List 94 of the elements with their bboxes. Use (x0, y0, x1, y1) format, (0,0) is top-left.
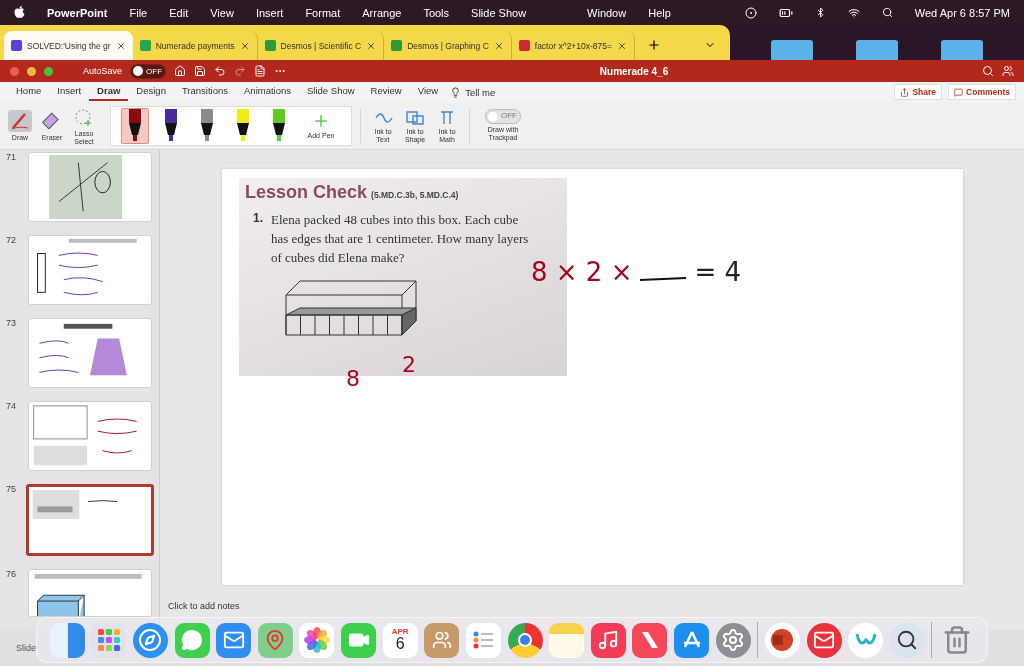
slide-number: 73 (6, 318, 16, 330)
document-icon[interactable] (254, 65, 267, 77)
standards-label: (5.MD.C.3b, 5.MD.C.4) (371, 190, 459, 200)
pen-button[interactable] (121, 107, 149, 144)
close-icon[interactable] (366, 40, 377, 51)
menu-item[interactable]: View (210, 6, 234, 19)
pen-icon (199, 108, 215, 143)
menu-item[interactable]: Help (648, 6, 671, 19)
notes-field[interactable]: Click to add notes (160, 601, 240, 611)
lightbulb-icon (450, 86, 462, 98)
app-icon[interactable] (848, 622, 884, 658)
close-icon[interactable] (115, 40, 126, 51)
document-title: Numerade 4_6 (599, 65, 669, 77)
minimize-button[interactable] (27, 66, 36, 76)
menu-item[interactable]: PowerPoint (47, 6, 108, 19)
slide-number: 74 (6, 401, 16, 413)
wifi-icon[interactable] (847, 6, 860, 19)
folder-icon[interactable] (771, 40, 814, 60)
browser-icon[interactable] (507, 622, 543, 658)
undo-icon[interactable] (214, 65, 227, 77)
ribbon-tab[interactable]: Review (362, 83, 410, 101)
menu-item[interactable]: Slide Show (471, 6, 527, 19)
handwritten-result: = 4 (694, 257, 742, 287)
apple-icon[interactable] (14, 6, 25, 19)
flower-icon[interactable] (299, 622, 335, 658)
envelope-icon[interactable] (806, 622, 842, 658)
list-icon[interactable] (465, 622, 501, 658)
question-text: Elena packed 48 cubes into this box. Each cube has edges that are 1 centimeter. How many layers of cubes did Elena make? (271, 211, 530, 267)
mail-icon[interactable] (216, 622, 252, 658)
autosave-toggle[interactable]: OFF (130, 63, 167, 79)
menu-item[interactable]: Window (587, 6, 627, 19)
slide-number: 71 (6, 152, 16, 164)
menu-item[interactable]: Arrange (362, 6, 402, 19)
tell-me-field[interactable]: Tell me (465, 86, 496, 98)
app-store-icon[interactable] (674, 622, 709, 658)
slide-number: 72 (6, 235, 16, 247)
menu-item[interactable]: File (129, 6, 148, 19)
pen-icon (235, 108, 251, 143)
handwritten-label: 8 (346, 366, 360, 391)
pen-icon (163, 108, 179, 143)
home-icon[interactable] (174, 65, 187, 77)
pen-icon (271, 108, 287, 143)
handwritten-label: 2 (402, 352, 416, 377)
map-icon[interactable] (257, 622, 293, 658)
contacts-icon[interactable] (424, 622, 460, 658)
new-tab-icon[interactable] (647, 38, 661, 52)
close-icon[interactable] (239, 40, 250, 51)
autosave-label: AutoSave (83, 66, 123, 76)
record-icon[interactable] (744, 6, 757, 19)
zoom-button[interactable] (44, 66, 53, 76)
calendar-month: APR (391, 628, 409, 636)
clock: Wed Apr 6 8:57 PM (914, 6, 1010, 19)
share-button[interactable]: Share (894, 84, 943, 100)
news-icon[interactable] (632, 622, 668, 658)
music-icon[interactable] (590, 622, 626, 658)
close-icon[interactable] (617, 40, 627, 51)
slide-number: 75 (6, 484, 16, 496)
browser-tab[interactable]: SOLVED:'Using the gr (4, 31, 133, 60)
slide-number: 76 (6, 569, 16, 581)
redo-icon[interactable] (234, 65, 247, 77)
ribbon-tab[interactable]: View (409, 83, 447, 101)
ribbon-tab[interactable]: Design (128, 83, 174, 101)
menu-item[interactable]: Tools (423, 6, 450, 19)
menu-item[interactable]: Insert (255, 6, 284, 19)
ribbon-tab[interactable]: Insert (49, 83, 90, 101)
lesson-heading: Lesson Check (245, 182, 368, 203)
ribbon-tab[interactable]: Transitions (173, 83, 237, 101)
launchpad-icon[interactable] (91, 622, 127, 658)
calendar-day: 6 (395, 636, 405, 652)
handwritten-equation: 8 × 2 × (531, 257, 633, 287)
menu-item[interactable]: Edit (169, 6, 189, 19)
finder-icon[interactable] (49, 622, 85, 658)
comment-icon (954, 87, 964, 97)
close-icon[interactable] (493, 40, 504, 51)
compass-icon[interactable] (132, 622, 168, 658)
slide-thumbnail[interactable] (26, 484, 154, 556)
menu-item[interactable]: Format (305, 6, 341, 19)
people-icon[interactable] (1002, 65, 1014, 77)
calendar-icon[interactable]: APR 6 (382, 622, 418, 658)
status-text: Slide (16, 643, 36, 653)
ribbon-tab[interactable]: Home (8, 83, 50, 101)
share-icon (900, 87, 910, 97)
comments-button[interactable]: Comments (948, 84, 1016, 100)
pen-icon (127, 108, 143, 143)
folder-icon[interactable] (940, 40, 983, 60)
magnifier-icon[interactable] (889, 622, 925, 658)
presentation-icon[interactable] (764, 622, 800, 658)
settings-icon[interactable] (715, 622, 751, 658)
ribbon-tab[interactable]: Slide Show (299, 83, 363, 101)
blank-line (638, 276, 689, 282)
ribbon-tab[interactable]: Animations (236, 83, 300, 101)
question-number: 1. (253, 211, 263, 227)
save-icon[interactable] (194, 65, 207, 77)
search-icon[interactable] (881, 7, 893, 18)
